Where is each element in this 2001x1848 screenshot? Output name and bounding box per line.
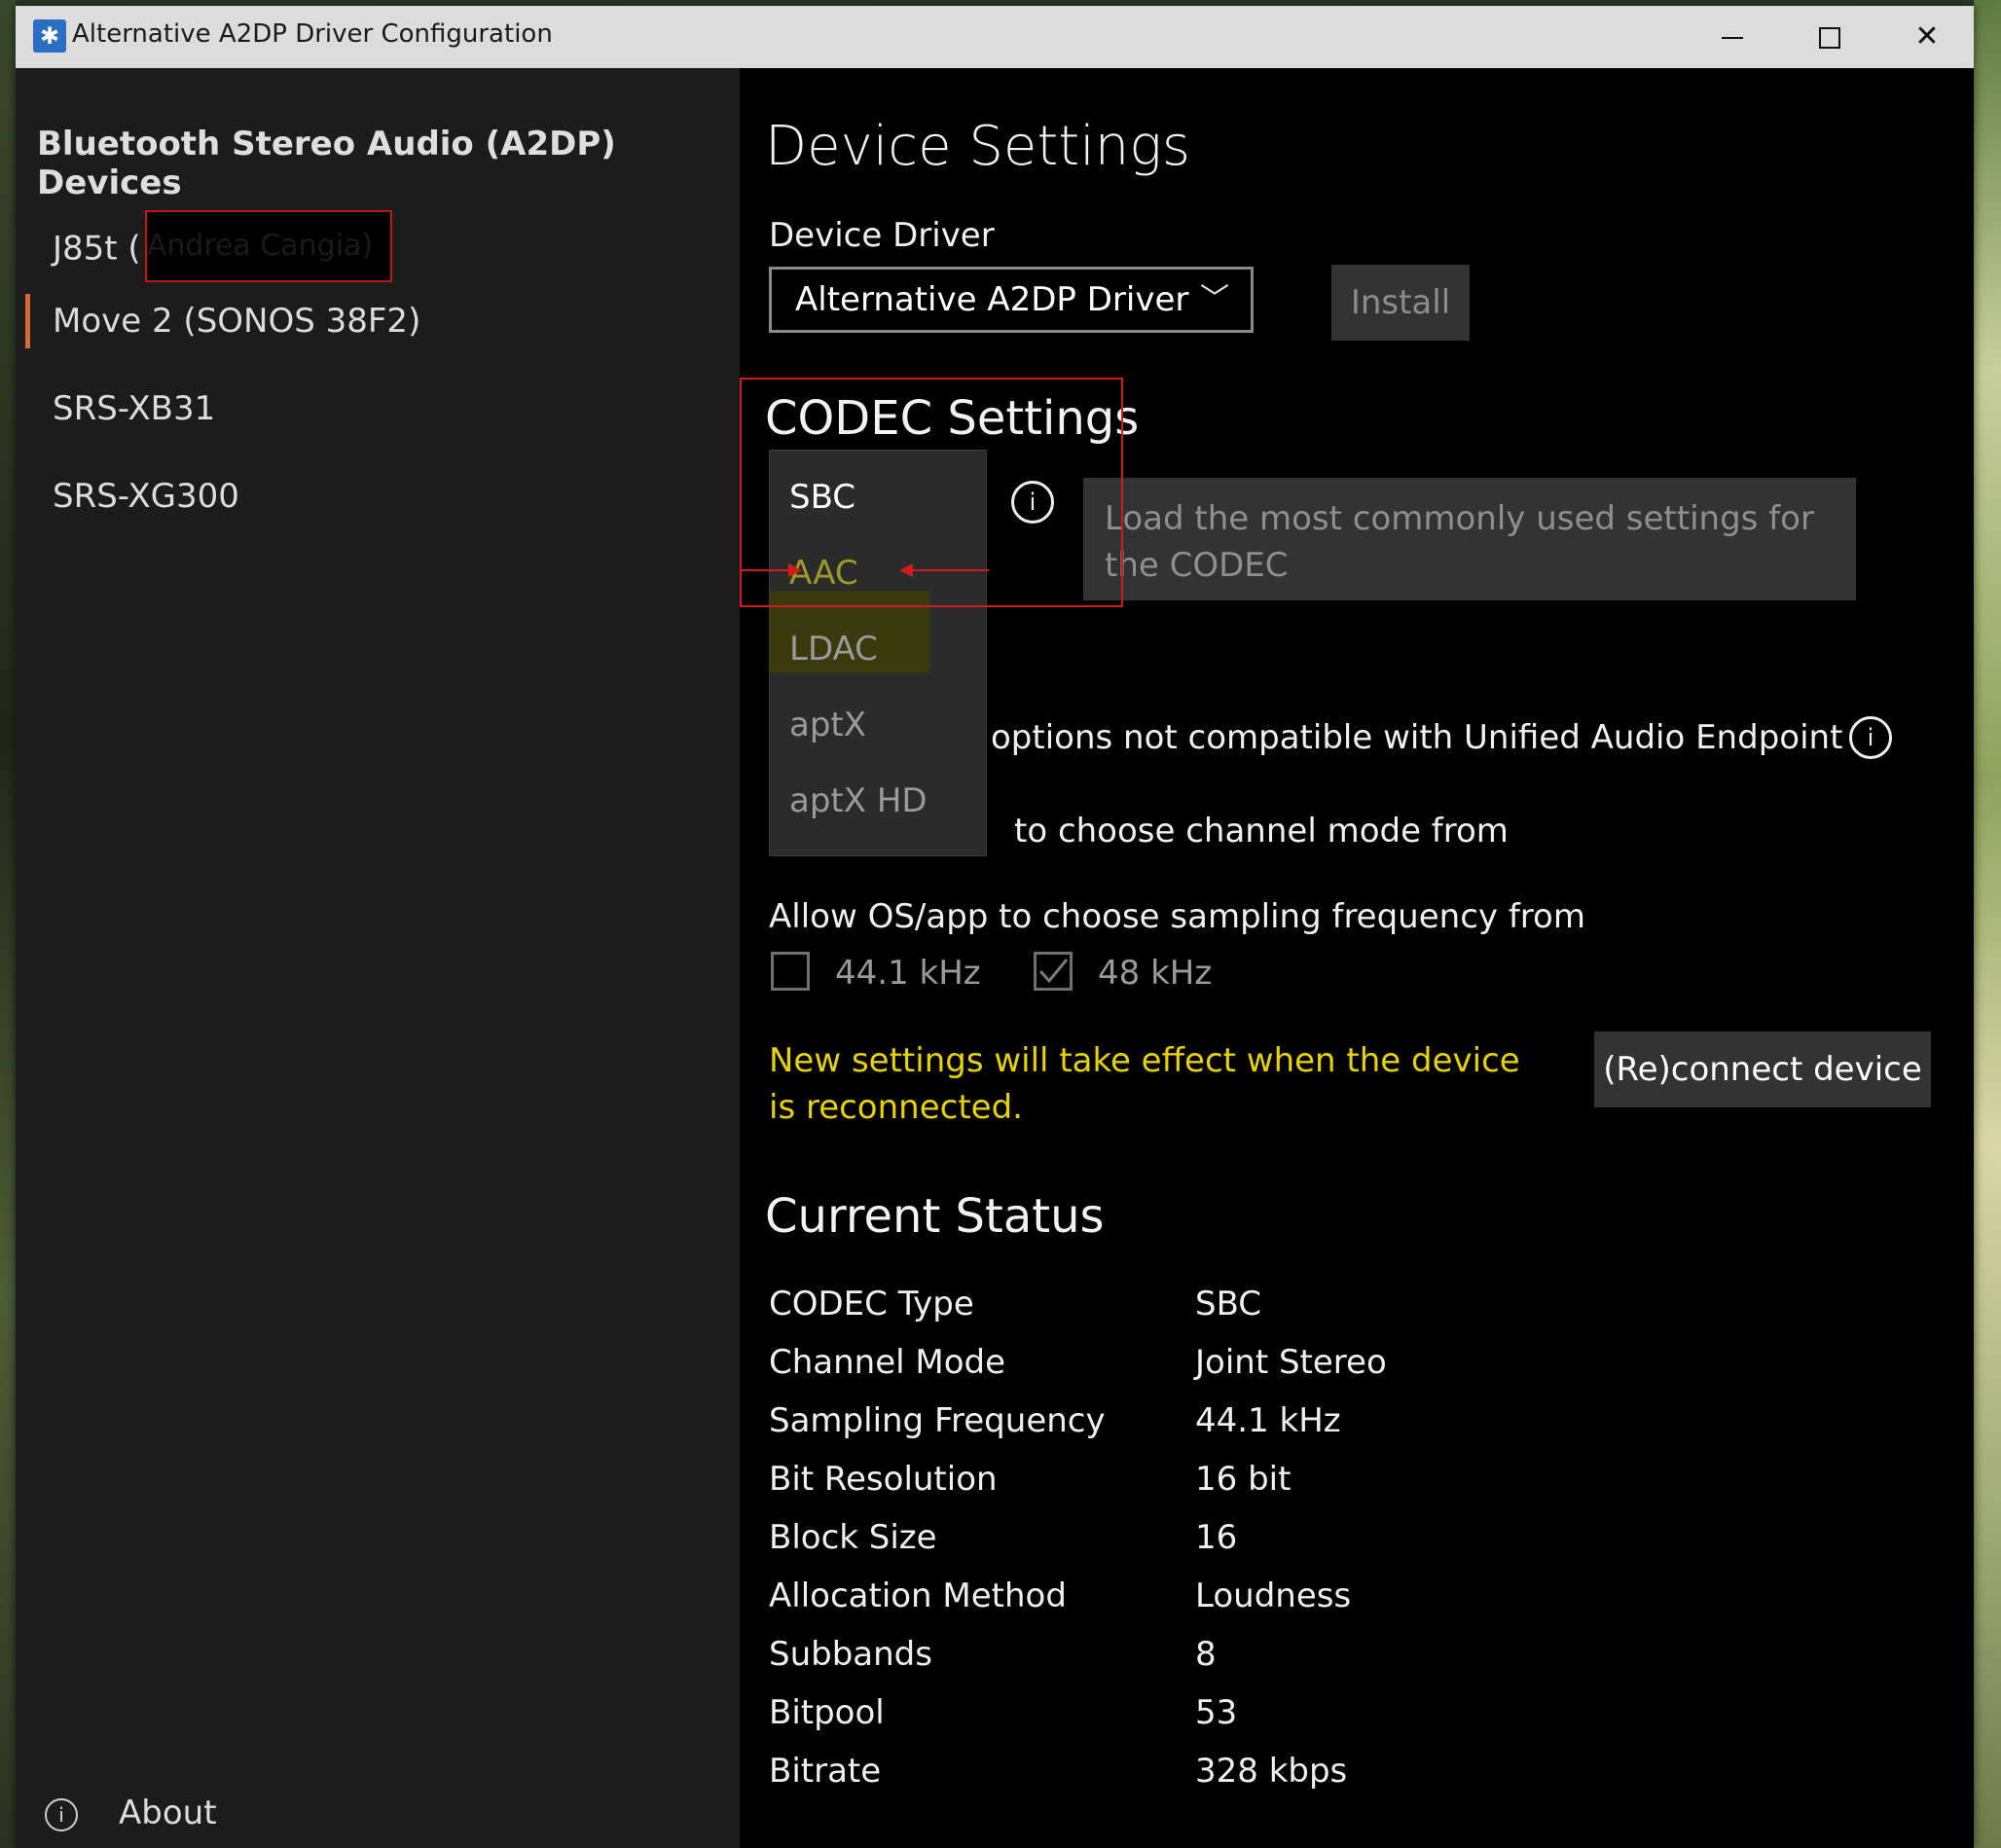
desktop-background-left	[0, 0, 16, 1848]
maximize-icon	[1819, 26, 1840, 49]
sidebar-item-move-2[interactable]: Move 2 (SONOS 38F2)	[53, 302, 420, 341]
status-label-block-size: Block Size	[769, 1518, 937, 1557]
sampling-frequency-label: Allow OS/app to choose sampling frequenc…	[769, 897, 1585, 936]
reconnect-notice: New settings will take effect when the d…	[769, 1041, 1520, 1127]
current-status-title: Current Status	[765, 1189, 1105, 1244]
sidebar-item-srs-xb31[interactable]: SRS-XB31	[53, 389, 215, 428]
status-value-codec-type: SBC	[1195, 1285, 1262, 1323]
sidebar-item-srs-xg300[interactable]: SRS-XG300	[53, 477, 239, 516]
desktop-background-right	[1974, 0, 2001, 1848]
annotation-arrow-left	[740, 569, 790, 571]
status-label-bitpool: Bitpool	[769, 1693, 885, 1732]
sidebar-item-label: SRS-XB31	[53, 389, 216, 428]
about-button[interactable]: i About	[45, 1794, 217, 1832]
settings-panel: Device Settings Device Driver Alternativ…	[740, 68, 1974, 1848]
device-driver-label: Device Driver	[769, 216, 995, 255]
status-label-bit-resolution: Bit Resolution	[769, 1460, 998, 1499]
sidebar-item-label: SRS-XG300	[53, 477, 239, 516]
status-value-channel-mode: Joint Stereo	[1195, 1343, 1387, 1382]
device-driver-select[interactable]: Alternative A2DP Driver ﹀	[769, 267, 1254, 333]
status-label-bitrate: Bitrate	[769, 1752, 882, 1791]
bluetooth-app-icon: ✱	[33, 19, 66, 53]
codec-option-aptx[interactable]: aptX	[789, 706, 866, 744]
status-value-sampling-frequency: 44.1 kHz	[1195, 1401, 1341, 1440]
status-value-bit-resolution: 16 bit	[1195, 1460, 1292, 1499]
redacted-name: Andrea Cangia)	[144, 210, 392, 282]
device-sidebar: Bluetooth Stereo Audio (A2DP) Devices J8…	[16, 68, 740, 1848]
status-value-block-size: 16	[1195, 1518, 1238, 1557]
status-label-sampling-frequency: Sampling Frequency	[769, 1401, 1106, 1440]
load-defaults-button[interactable]: Load the most commonly used settings for…	[1083, 478, 1856, 600]
minimize-button[interactable]	[1686, 6, 1779, 68]
status-value-bitpool: 53	[1195, 1693, 1238, 1732]
page-title: Device Settings	[765, 115, 1191, 178]
reconnect-device-button[interactable]: (Re)connect device	[1594, 1032, 1931, 1107]
device-driver-value: Alternative A2DP Driver	[795, 280, 1189, 319]
install-button[interactable]: Install	[1331, 265, 1470, 341]
sidebar-item-j85t[interactable]: J85t (Andrea Cangia)	[53, 210, 392, 286]
annotation-arrowhead	[899, 563, 913, 577]
codec-option-ldac[interactable]: LDAC	[789, 630, 878, 669]
channel-mode-label: to choose channel mode from	[1014, 812, 1509, 851]
chevron-down-icon: ﹀	[1200, 282, 1229, 316]
window-title: Alternative A2DP Driver Configuration	[72, 19, 553, 49]
about-label: About	[119, 1794, 217, 1832]
info-icon[interactable]: i	[1849, 716, 1892, 759]
info-icon: i	[45, 1797, 78, 1831]
close-button[interactable]: ✕	[1880, 6, 1974, 68]
sidebar-item-label: Move 2 (SONOS 38F2)	[53, 302, 421, 341]
annotation-arrowhead	[788, 563, 802, 577]
uae-option-label: options not compatible with Unified Audi…	[991, 718, 1843, 757]
checkbox-48-khz-label: 48 kHz	[1098, 954, 1213, 993]
status-value-allocation-method: Loudness	[1195, 1576, 1352, 1615]
status-label-subbands: Subbands	[769, 1635, 932, 1674]
status-value-bitrate: 328 kbps	[1195, 1752, 1348, 1791]
status-value-subbands: 8	[1195, 1635, 1217, 1674]
minimize-icon	[1722, 36, 1743, 39]
checkbox-44-1-khz-label: 44.1 kHz	[835, 954, 981, 993]
checkbox-48-khz[interactable]	[1034, 952, 1073, 991]
annotation-arrow-right	[913, 569, 989, 571]
status-label-channel-mode: Channel Mode	[769, 1343, 1006, 1382]
checkmark-icon	[1038, 959, 1069, 984]
status-label-allocation-method: Allocation Method	[769, 1576, 1067, 1615]
checkbox-44-1-khz[interactable]	[771, 952, 810, 991]
maximize-button[interactable]	[1783, 6, 1876, 68]
sidebar-item-label: J85t (	[53, 229, 141, 269]
selected-indicator	[25, 294, 30, 348]
title-bar[interactable]: ✱ Alternative A2DP Driver Configuration …	[16, 6, 1974, 68]
close-icon: ✕	[1914, 19, 1940, 54]
codec-option-aptx-hd[interactable]: aptX HD	[789, 781, 928, 820]
app-window: ✱ Alternative A2DP Driver Configuration …	[16, 6, 1974, 1848]
status-label-codec-type: CODEC Type	[769, 1285, 974, 1323]
sidebar-heading: Bluetooth Stereo Audio (A2DP) Devices	[37, 125, 616, 202]
